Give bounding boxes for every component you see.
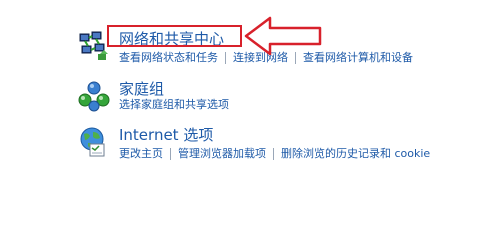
manage-browser-addons-link[interactable]: 管理浏览器加载项 [178,147,266,161]
delete-browsing-history-link[interactable]: 删除浏览的历史记录和 cookie [281,147,430,161]
internet-options-link[interactable]: Internet 选项 [119,126,213,144]
homegroup-sharing-options-link[interactable]: 选择家庭组和共享选项 [119,98,229,112]
change-home-page-link[interactable]: 更改主页 [119,147,163,161]
left-arrow-annotation-icon [244,16,322,56]
control-panel-item-internet: Internet 选项 更改主页 管理浏览器加载项 删除浏览的历史记录和 coo… [0,122,500,168]
control-panel-item-homegroup: 家庭组 选择家庭组和共享选项 [0,76,500,122]
homegroup-icon[interactable] [78,80,110,112]
highlight-box [107,25,242,47]
homegroup-link[interactable]: 家庭组 [119,80,164,98]
link-separator [170,148,171,160]
link-separator [225,52,226,64]
link-separator [273,148,274,160]
homegroup-sublinks: 选择家庭组和共享选项 [119,98,229,112]
network-sharing-icon[interactable] [78,30,110,62]
internet-sublinks: 更改主页 管理浏览器加载项 删除浏览的历史记录和 cookie [119,147,430,161]
internet-options-icon[interactable] [78,126,110,158]
view-network-status-link[interactable]: 查看网络状态和任务 [119,51,218,65]
